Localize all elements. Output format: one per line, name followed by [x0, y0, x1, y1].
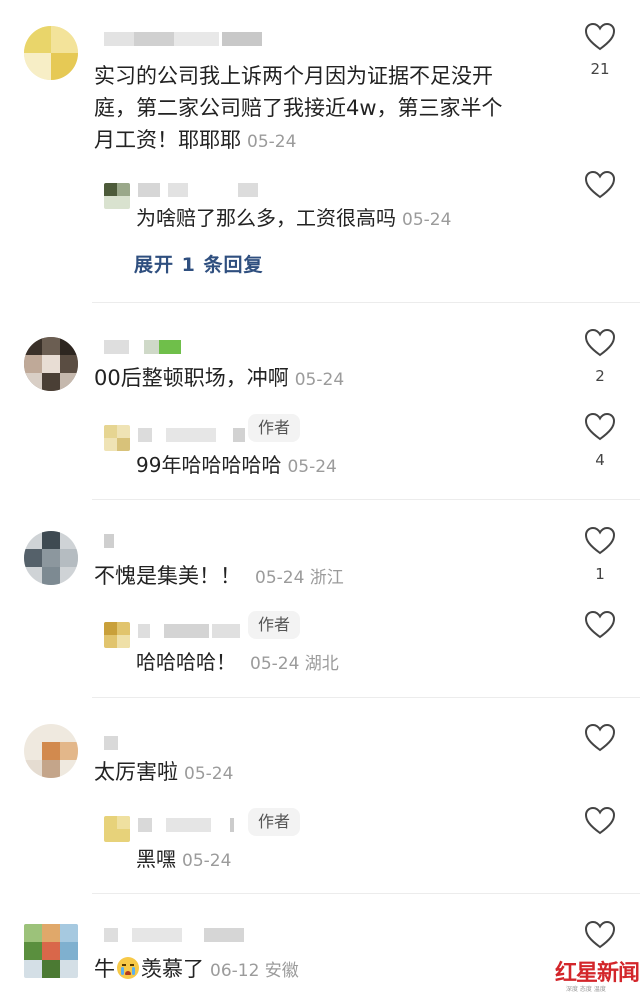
comment-text: 实习的公司我上诉两个月因为证据不足没开 庭，第二家公司赔了我接近4w，第三家半个…	[94, 60, 503, 158]
like-count: 2	[595, 367, 605, 385]
reply-avatar[interactable]	[104, 425, 130, 451]
like-count: 4	[595, 451, 605, 469]
reply-like-heart-icon[interactable]	[584, 806, 616, 836]
comment-line-last: 月工资！耶耶耶 05-24	[94, 128, 297, 152]
reply-text: 为啥赔了那么多，工资很高吗 05-24	[136, 206, 452, 230]
comment-date: 05-24 浙江	[255, 568, 344, 588]
brand-watermark: 红星新闻	[555, 960, 640, 986]
author-tag: 作者	[248, 414, 301, 442]
comment-text: 不愧是集美！！ 05-24 浙江	[94, 564, 344, 588]
expand-replies-link[interactable]: 展开 1 条回复	[134, 250, 263, 277]
comment-date: 05-24	[184, 764, 234, 784]
reply-text: 99年哈哈哈哈哈 05-24	[136, 453, 337, 477]
reply-avatar[interactable]	[104, 622, 130, 648]
reply-avatar[interactable]	[104, 816, 130, 842]
reply-username-blurred[interactable]	[138, 428, 248, 442]
reply-date: 05-24 湖北	[250, 654, 339, 674]
reply-date: 05-24	[182, 851, 232, 871]
reply-like-heart-icon[interactable]	[584, 170, 616, 200]
crying-emoji-icon	[117, 957, 139, 979]
username-blurred[interactable]	[104, 340, 184, 354]
avatar[interactable]	[24, 26, 78, 80]
avatar[interactable]	[24, 337, 78, 391]
author-tag: 作者	[248, 611, 301, 639]
comment-line: 庭，第二家公司赔了我接近4w，第三家半个	[94, 96, 503, 120]
avatar[interactable]	[24, 724, 78, 778]
username-blurred[interactable]	[104, 736, 124, 750]
username-blurred[interactable]	[104, 534, 124, 548]
divider	[92, 893, 640, 894]
comment-date: 06-12 安徽	[210, 961, 299, 981]
like-count: 21	[590, 60, 610, 78]
divider	[92, 499, 640, 500]
comment-date: 05-24	[294, 370, 345, 390]
avatar[interactable]	[24, 924, 78, 978]
comment-text: 00后整顿职场，冲啊 05-24	[94, 366, 345, 390]
reply-like-heart-icon[interactable]	[584, 610, 616, 640]
reply-username-blurred[interactable]	[138, 183, 268, 197]
reply-text: 哈哈哈哈！ 05-24 湖北	[136, 650, 339, 674]
reply-text: 黑嘿 05-24	[136, 847, 232, 871]
reply-username-blurred[interactable]	[138, 818, 238, 832]
reply-date: 05-24	[402, 210, 452, 230]
reply-like-heart-icon[interactable]	[584, 412, 616, 442]
username-blurred[interactable]	[104, 32, 274, 46]
reply-date: 05-24	[287, 457, 337, 477]
like-count: 1	[595, 565, 605, 583]
author-tag: 作者	[248, 808, 301, 836]
like-heart-icon[interactable]	[584, 22, 616, 52]
comment-date: 05-24	[247, 132, 297, 152]
like-heart-icon[interactable]	[584, 920, 616, 950]
like-heart-icon[interactable]	[584, 526, 616, 556]
avatar[interactable]	[24, 531, 78, 585]
comment-text: 太厉害啦 05-24	[94, 760, 234, 784]
reply-username-blurred[interactable]	[138, 624, 243, 638]
comment-line: 实习的公司我上诉两个月因为证据不足没开	[94, 64, 493, 88]
divider	[92, 697, 640, 698]
brand-watermark-sub: 深度 态度 温度	[566, 986, 606, 993]
username-blurred[interactable]	[104, 928, 254, 942]
like-heart-icon[interactable]	[584, 723, 616, 753]
divider	[92, 302, 640, 303]
like-heart-icon[interactable]	[584, 328, 616, 358]
reply-avatar[interactable]	[104, 183, 130, 209]
comment-text: 牛 羡慕了 06-12 安徽	[94, 957, 299, 981]
